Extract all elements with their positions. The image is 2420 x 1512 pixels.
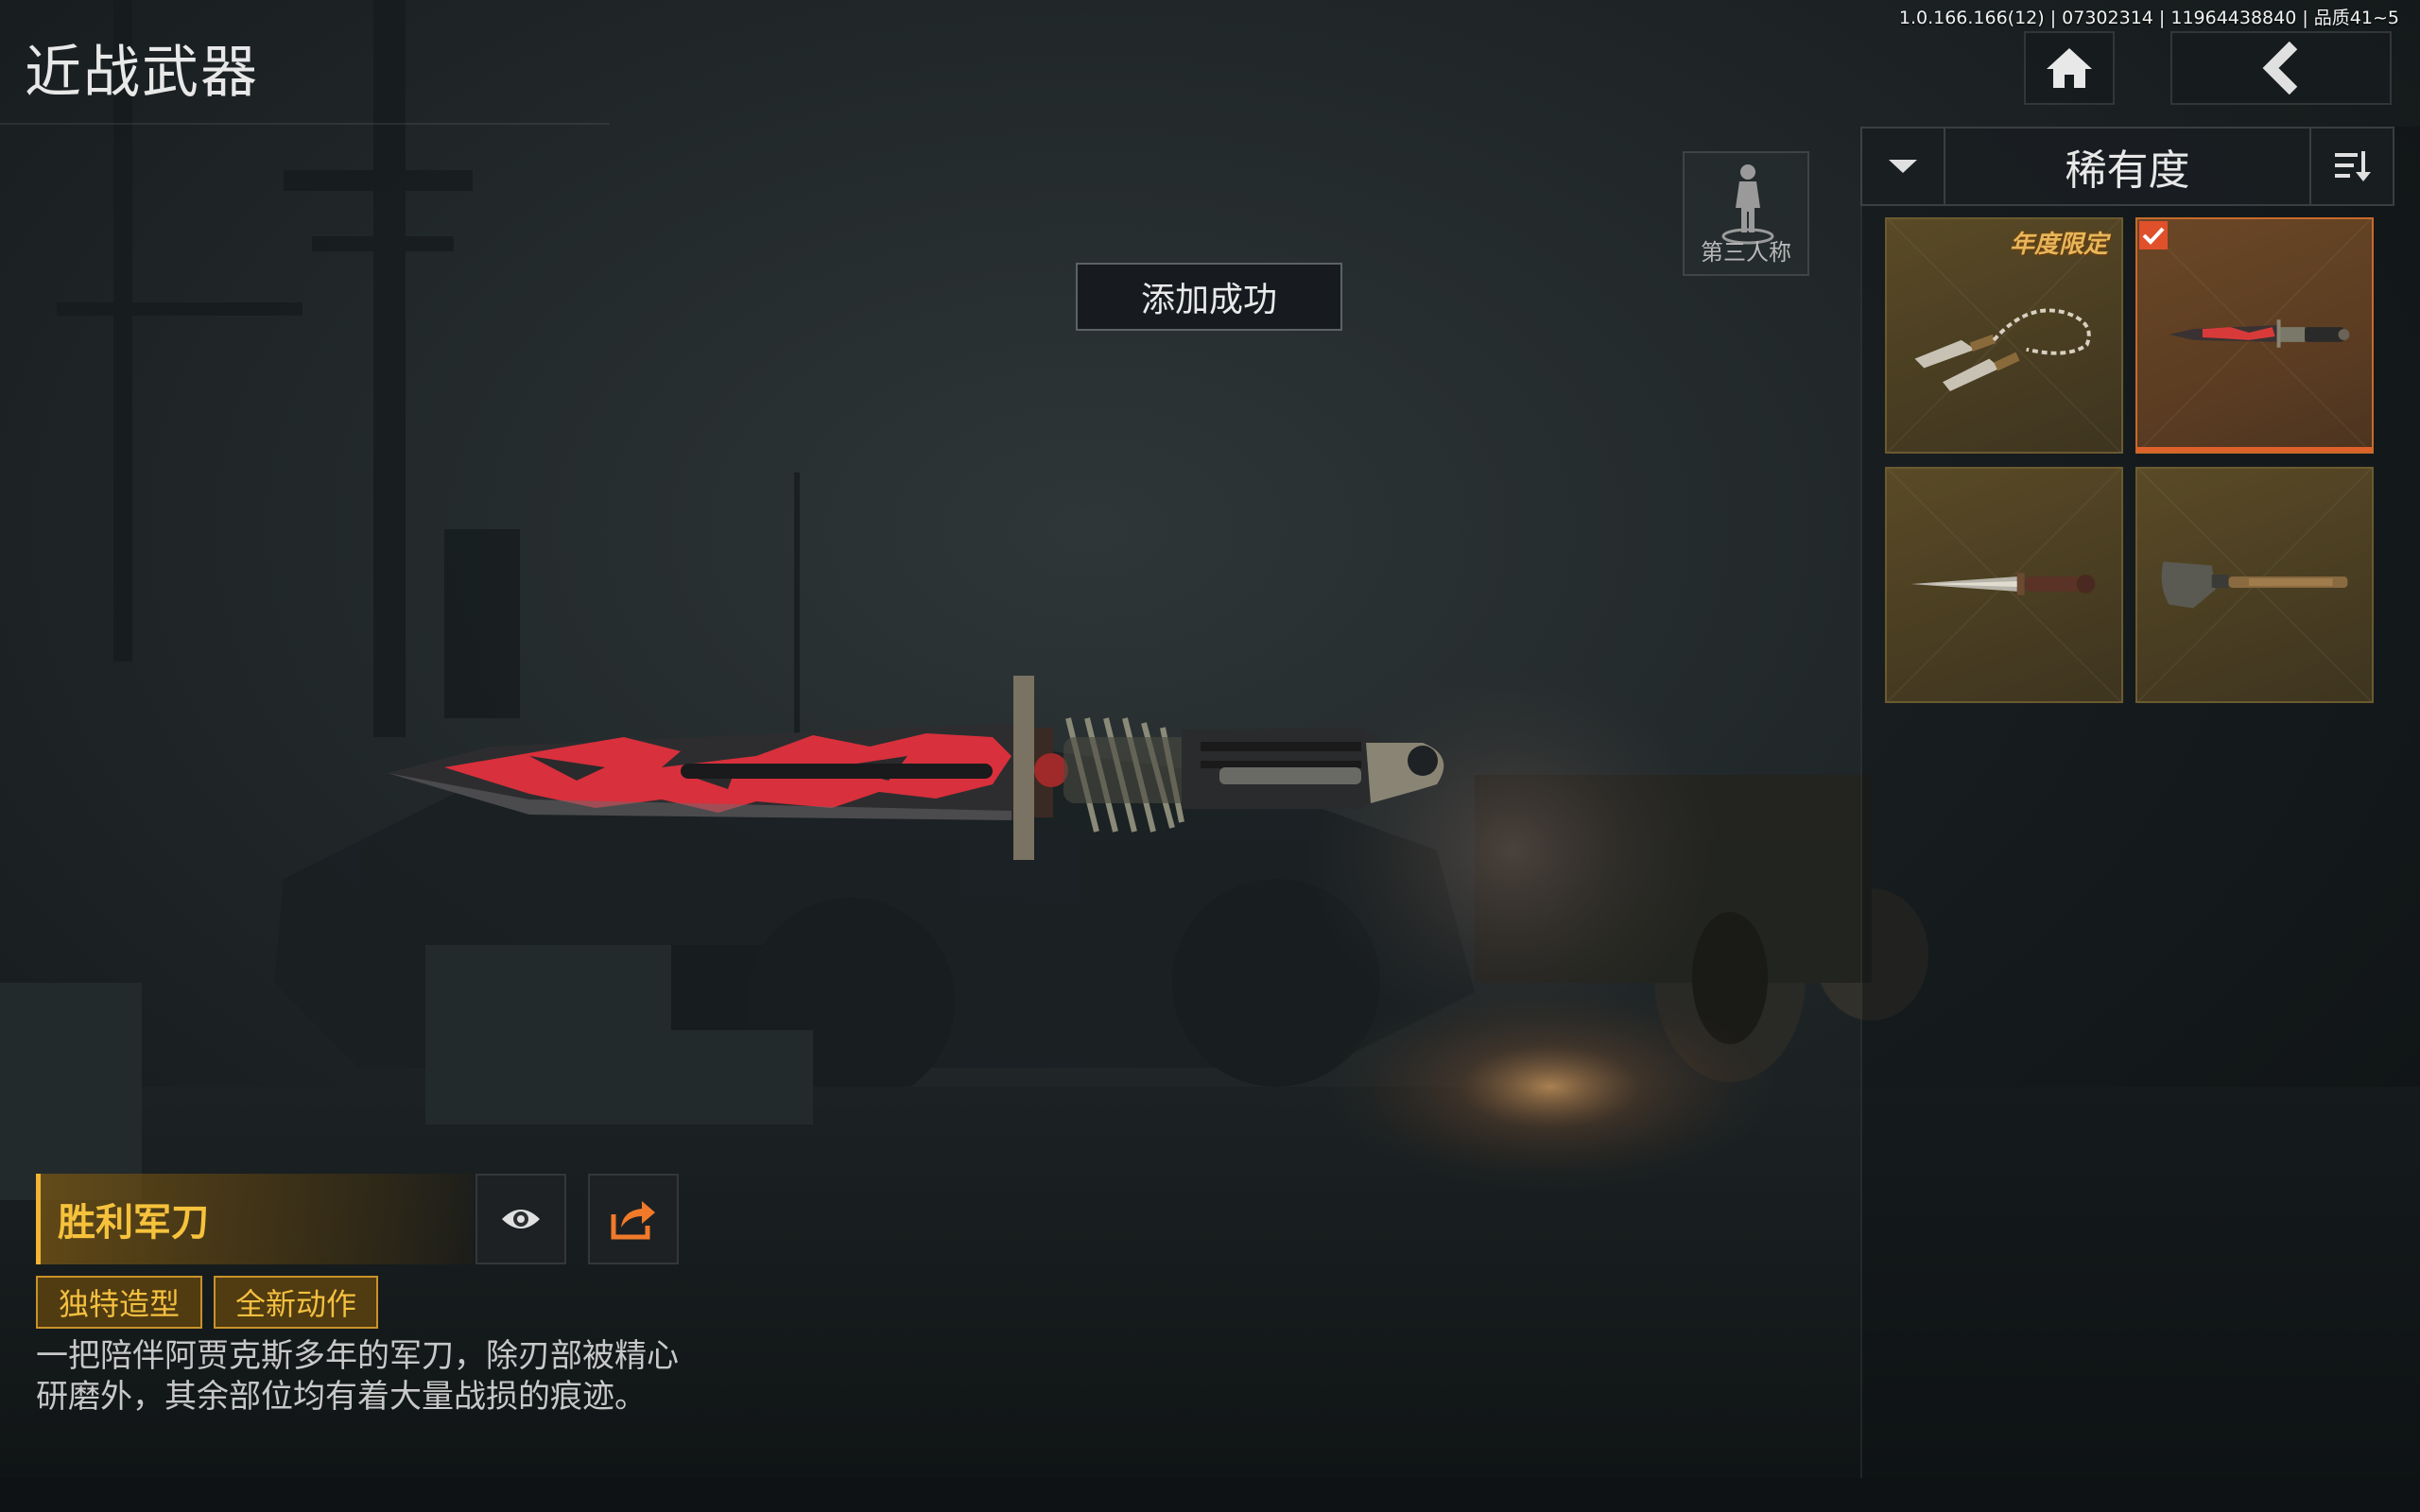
chevron-down-icon: [1889, 160, 1917, 173]
share-button[interactable]: [588, 1174, 679, 1264]
item-card-twin-kunai[interactable]: 年度限定: [1885, 217, 2123, 454]
feature-tag-unique-shape: 独特造型: [36, 1276, 202, 1329]
shovel-art: [2161, 561, 2348, 609]
home-button[interactable]: [2024, 31, 2115, 105]
sort-bar: 稀有度: [1860, 127, 2394, 206]
equipped-check: [2139, 221, 2168, 249]
bottom-strip: [0, 1478, 2420, 1512]
dagger-art: [1910, 573, 2096, 595]
share-icon: [611, 1201, 655, 1240]
chevron-left-icon: [2262, 42, 2298, 94]
toast-message: 添加成功: [1076, 263, 1342, 331]
third-person-view-toggle[interactable]: 第三人称: [1683, 151, 1809, 276]
view-toggle-label: 第三人称: [1701, 239, 1791, 266]
checkmark-icon: [2142, 227, 2165, 245]
eye-icon: [502, 1210, 540, 1228]
home-icon: [2047, 48, 2092, 88]
sort-order-icon: [2335, 151, 2371, 181]
feature-tag-new-animation: 全新动作: [214, 1276, 378, 1329]
page-title: 近战武器: [25, 40, 259, 106]
sort-label: 稀有度: [2065, 146, 2190, 195]
item-card-victory-knife[interactable]: [2135, 217, 2374, 454]
back-button[interactable]: [2170, 31, 2392, 105]
limited-edition-badge: 年度限定: [2009, 231, 2108, 259]
version-info: 1.0.166.166(12) | 07302314 | 11964438840…: [1898, 8, 2399, 28]
item-description: 一把陪伴阿贾克斯多年的军刀，除刃部被精心研磨外，其余部位均有着大量战损的痕迹。: [36, 1337, 679, 1416]
item-card-shovel[interactable]: [2135, 467, 2374, 703]
preview-button[interactable]: [475, 1174, 566, 1264]
sort-dropdown-button[interactable]: [1862, 129, 1945, 204]
item-name: 胜利军刀: [36, 1174, 473, 1264]
victory-knife-art: [2169, 319, 2350, 348]
sort-order-button[interactable]: [2309, 129, 2393, 204]
title-divider: [0, 123, 610, 125]
item-card-dagger[interactable]: [1885, 467, 2123, 703]
